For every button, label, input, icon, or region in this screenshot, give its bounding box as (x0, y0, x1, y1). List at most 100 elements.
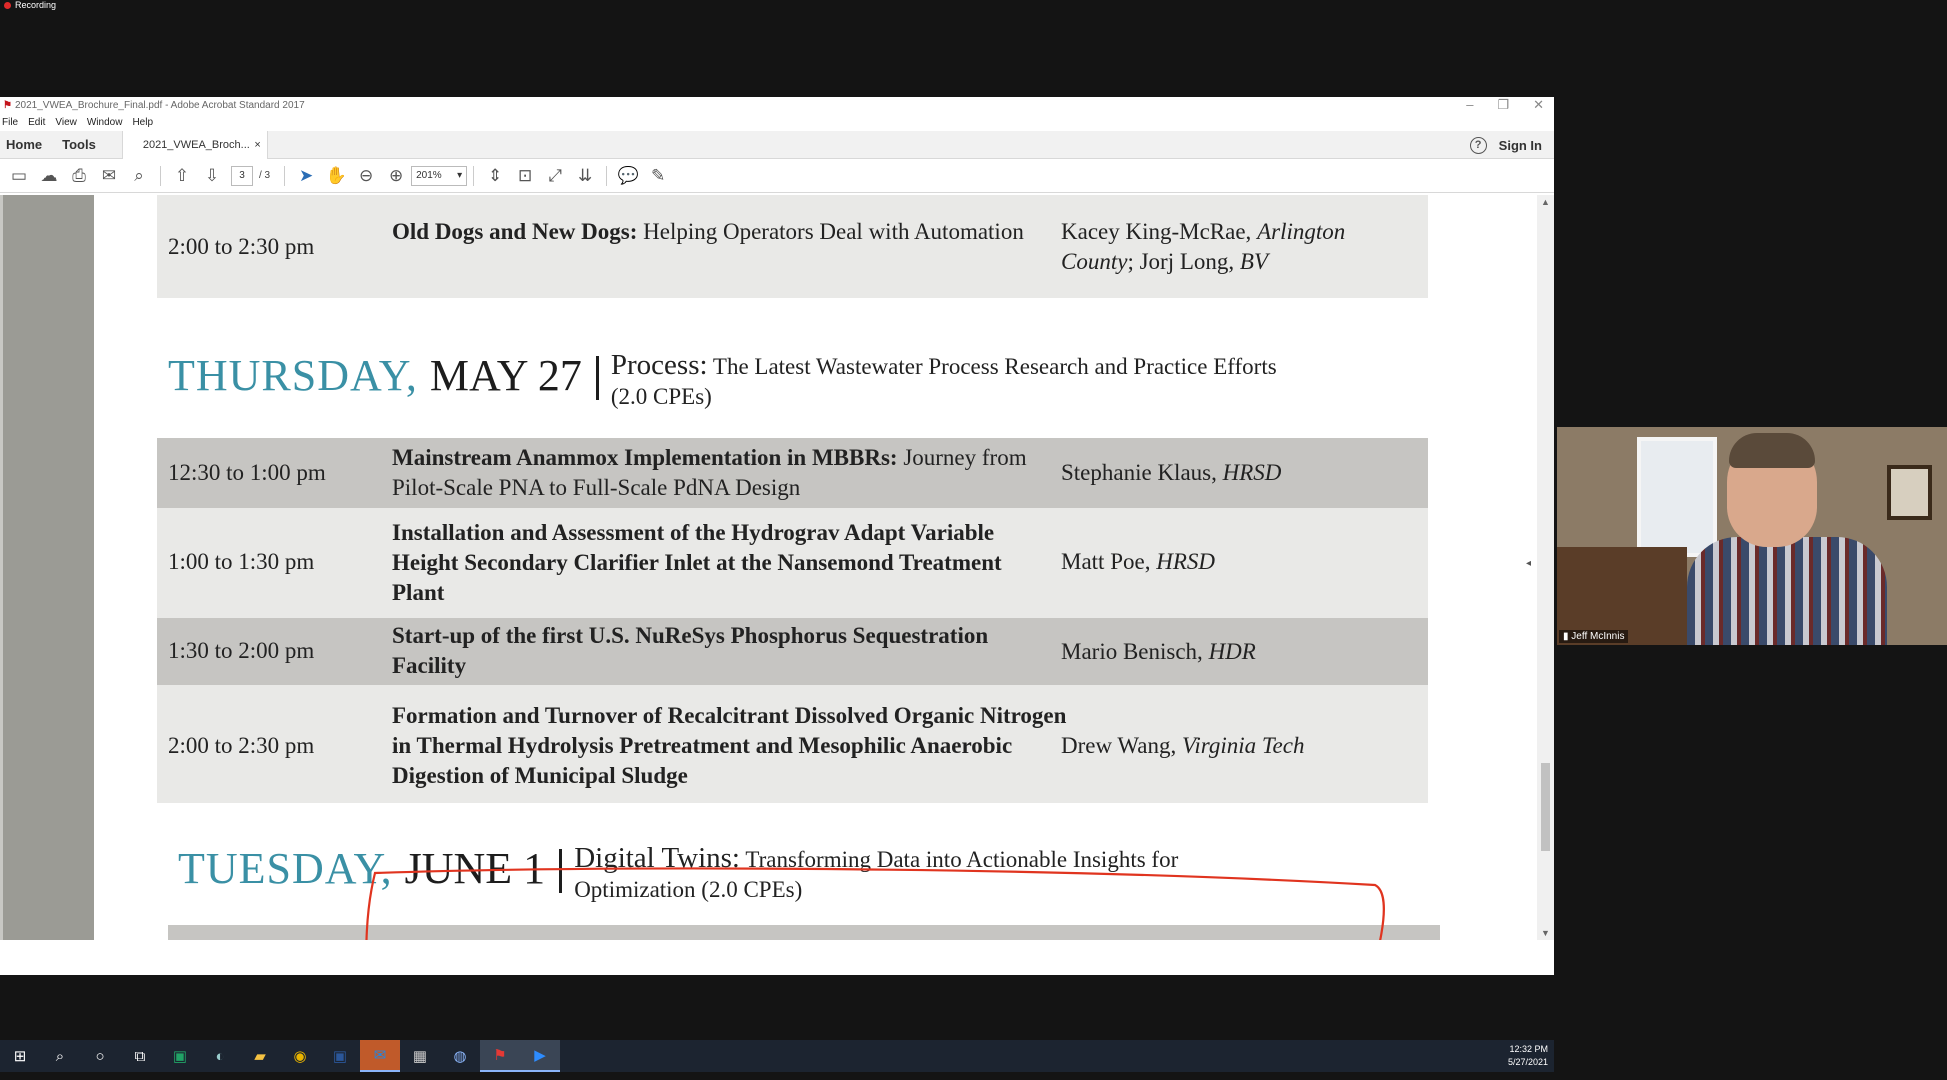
fit-page-icon[interactable]: ⊡ (510, 163, 540, 189)
session-speaker: Drew Wang, Virginia Tech (1061, 731, 1401, 761)
window-title: 2021_VWEA_Brochure_Final.pdf - Adobe Acr… (15, 100, 305, 111)
clock-time: 12:32 PM (1509, 1044, 1548, 1054)
zoom-icon[interactable]: ▶ (520, 1040, 560, 1072)
screen: Recording ⚑ 2021_VWEA_Brochure_Final.pdf… (0, 0, 1947, 1080)
scroll-down-icon[interactable]: ▼ (1541, 928, 1550, 938)
page-gutter (0, 195, 94, 940)
full-screen-icon[interactable]: ⤢ (540, 163, 570, 189)
background-frame (1887, 465, 1932, 520)
toolbar: ▭ ☁ ⎙ ✉ ⌕ ⇧ ⇩ 3 / 3 ➤ ✋ ⊖ ⊕ 201% ▾ ⇕ ⊡ ⤢… (0, 159, 1554, 193)
acrobat-app-icon: ⚑ (3, 100, 12, 111)
speaker-org: Virginia Tech (1182, 733, 1305, 758)
file-explorer-icon[interactable]: ▰ (240, 1040, 280, 1072)
close-window-button[interactable]: ✕ (1533, 97, 1544, 113)
title-bar: ⚑ 2021_VWEA_Brochure_Final.pdf - Adobe A… (0, 97, 1554, 114)
session-time: 12:30 to 1:00 pm (168, 460, 326, 485)
person-shirt (1687, 537, 1887, 645)
session-speaker: Stephanie Klaus, HRSD (1061, 458, 1401, 488)
windows-taskbar: ⊞ ⌕ ○ ⧉ ▣ ◐ ▰ ◉ ▣ ✉ ▦ ◍ ⚑ ▶ 12:32 PM 5/2… (0, 1040, 1554, 1072)
tab-document[interactable]: 2021_VWEA_Broch... × (121, 130, 268, 159)
close-tab-icon[interactable]: × (254, 139, 260, 151)
session-speaker: Mario Benisch, HDR (1061, 637, 1401, 667)
heading-divider (595, 356, 599, 400)
participant-name: ▮ Jeff McInnis (1559, 630, 1629, 643)
calculator-icon[interactable]: ▦ (400, 1040, 440, 1072)
search-icon[interactable]: ⌕ (40, 1040, 80, 1072)
speaker-org: HDR (1208, 639, 1256, 664)
minimize-button[interactable]: – (1466, 97, 1473, 113)
menu-file[interactable]: File (2, 117, 18, 128)
prev-page-icon[interactable]: ⇧ (167, 163, 197, 189)
speaker-name-2: ; Jorj Long, (1127, 249, 1240, 274)
sign-in-link[interactable]: Sign In (1499, 138, 1542, 153)
save-icon[interactable]: ▭ (4, 163, 34, 189)
date-label: MAY 27 (429, 351, 582, 400)
task-view-icon[interactable]: ⧉ (120, 1040, 160, 1072)
heading-divider (559, 849, 563, 893)
session-speaker: Matt Poe, HRSD (1061, 547, 1401, 577)
zoom-value: 201% (416, 170, 442, 181)
zoom-select[interactable]: 201% ▾ (411, 165, 468, 186)
zoom-out-icon[interactable]: ⊖ (351, 163, 381, 189)
pen-icon[interactable]: ✎ (643, 163, 673, 189)
search-icon[interactable]: ⌕ (124, 163, 154, 189)
session-title-bold: Installation and Assessment of the Hydro… (392, 520, 1002, 605)
select-cursor-icon[interactable]: ➤ (291, 163, 321, 189)
session-title-bold: Old Dogs and New Dogs: (392, 219, 638, 244)
vertical-scrollbar[interactable]: ▲ ▼ (1537, 195, 1554, 940)
session-title-bold: Formation and Turnover of Recalcitrant D… (392, 703, 1067, 788)
toolbar-divider (284, 165, 286, 186)
speaker-org-2: BV (1239, 249, 1269, 274)
upload-cloud-icon[interactable]: ☁ (34, 163, 64, 189)
background-window (1637, 437, 1717, 557)
session-title: Old Dogs and New Dogs: Helping Operators… (392, 217, 1052, 247)
session-time: 1:30 to 2:00 pm (168, 638, 315, 663)
scroll-up-icon[interactable]: ▲ (1541, 197, 1550, 207)
read-mode-icon[interactable]: ⇊ (570, 163, 600, 189)
speaker-org: HRSD (1222, 460, 1282, 485)
table-row: 1:30 to 2:00 pm Start-up of the first U.… (157, 618, 1428, 685)
print-icon[interactable]: ⎙ (64, 163, 94, 189)
hand-tool-icon[interactable]: ✋ (321, 163, 351, 189)
table-row: 2:00 to 2:30 pm Formation and Turnover o… (157, 685, 1428, 803)
side-panel-handle-icon[interactable]: ◂ (1526, 558, 1531, 569)
menu-help[interactable]: Help (132, 117, 153, 128)
cortana-icon[interactable]: ○ (80, 1040, 120, 1072)
webcam-video-tile[interactable]: ▮ Jeff McInnis (1557, 427, 1947, 645)
speaker-name: Matt Poe, (1061, 549, 1157, 574)
excel-icon[interactable]: ▣ (160, 1040, 200, 1072)
next-table-row-edge (168, 925, 1440, 940)
comment-icon[interactable]: 💬 (613, 163, 643, 189)
menu-edit[interactable]: Edit (28, 117, 45, 128)
zoom-in-icon[interactable]: ⊕ (381, 163, 411, 189)
system-clock[interactable]: 12:32 PM 5/27/2021 (1508, 1043, 1548, 1069)
participant-name-label: Jeff McInnis (1571, 631, 1625, 642)
session-title-rest: Helping Operators Deal with Automation (637, 219, 1024, 244)
outlook-icon[interactable]: ✉ (360, 1040, 400, 1072)
page-total: / 3 (259, 170, 271, 181)
document-viewport[interactable]: 2:00 to 2:30 pm Old Dogs and New Dogs: H… (0, 195, 1554, 940)
menu-view[interactable]: View (55, 117, 77, 128)
restore-button[interactable]: ❐ (1497, 97, 1509, 113)
session-title: Start-up of the first U.S. NuReSys Phosp… (392, 621, 1052, 681)
app-icon[interactable]: ◍ (440, 1040, 480, 1072)
table-row: 1:00 to 1:30 pm Installation and Assessm… (157, 508, 1428, 618)
table-row: 2:00 to 2:30 pm Old Dogs and New Dogs: H… (157, 195, 1428, 298)
app-icon[interactable]: ◐ (200, 1040, 240, 1072)
scrollbar-thumb[interactable] (1541, 763, 1550, 851)
tab-home[interactable]: Home (0, 137, 48, 152)
chrome-icon[interactable]: ◉ (280, 1040, 320, 1072)
scroll-mode-icon[interactable]: ⇕ (480, 163, 510, 189)
page-number-input[interactable]: 3 (231, 165, 253, 186)
help-icon[interactable]: ? (1469, 136, 1487, 154)
email-icon[interactable]: ✉ (94, 163, 124, 189)
speaker-name: Drew Wang, (1061, 733, 1182, 758)
clock-date: 5/27/2021 (1507, 1057, 1548, 1067)
acrobat-icon[interactable]: ⚑ (480, 1040, 520, 1072)
word-icon[interactable]: ▣ (320, 1040, 360, 1072)
tab-tools[interactable]: Tools (56, 137, 102, 152)
session-title-bold: Start-up of the first U.S. NuReSys Phosp… (392, 623, 989, 678)
next-page-icon[interactable]: ⇩ (197, 163, 227, 189)
menu-window[interactable]: Window (87, 117, 123, 128)
start-icon[interactable]: ⊞ (0, 1040, 40, 1072)
